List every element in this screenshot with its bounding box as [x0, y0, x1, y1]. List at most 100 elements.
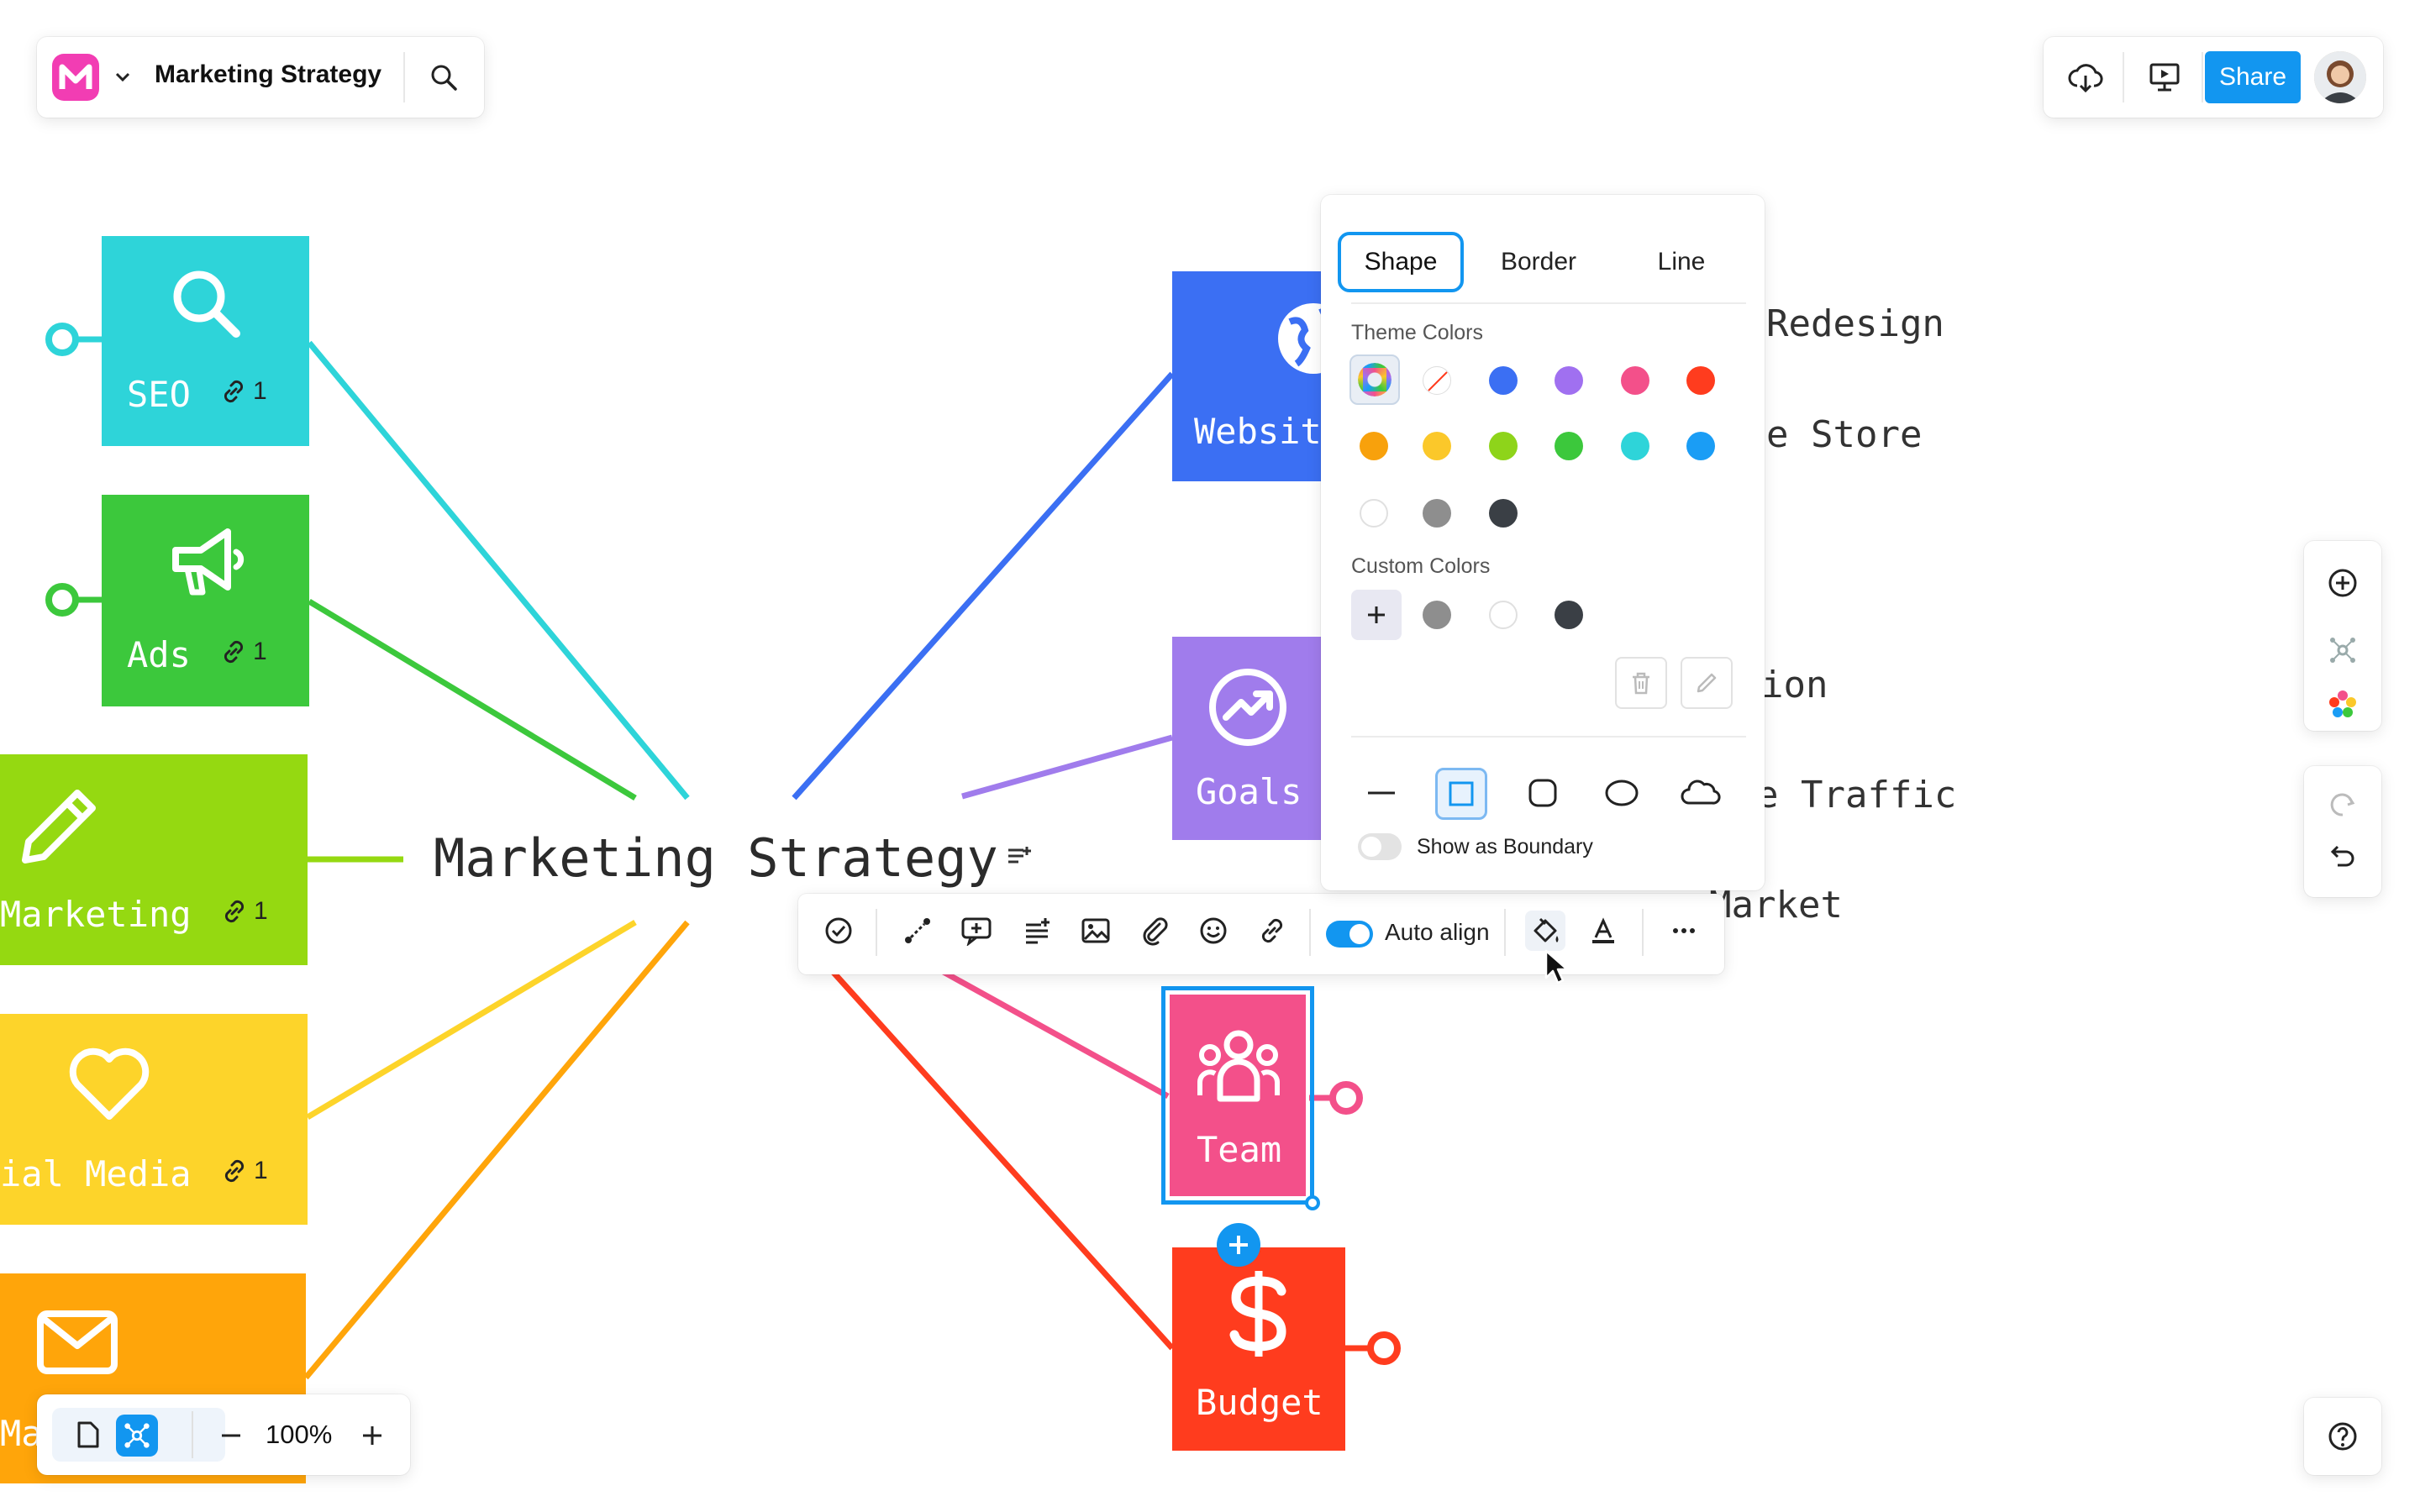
link-count: 1: [254, 897, 268, 925]
swatch-no-fill[interactable]: [1374, 366, 1402, 395]
connector-team: [931, 963, 1170, 1100]
check-circle-icon: [825, 917, 852, 944]
tab-line[interactable]: Line: [1618, 232, 1744, 292]
node-seo[interactable]: SEO 1: [102, 236, 309, 446]
theme-color-swatch[interactable]: [1555, 432, 1583, 460]
trend-icon: [1209, 669, 1286, 746]
collapse-handle-seo: [45, 323, 79, 356]
topic-text[interactable]: Redesign: [1766, 302, 1944, 345]
comment-button[interactable]: [958, 912, 995, 949]
custom-color-swatch[interactable]: [1555, 601, 1583, 629]
link-badge[interactable]: 1: [220, 1157, 268, 1185]
theme-color-swatch[interactable]: [1489, 366, 1518, 395]
node-label: Budget: [1196, 1382, 1323, 1423]
auto-align-toggle[interactable]: [1326, 921, 1373, 948]
link-button[interactable]: [1254, 912, 1291, 949]
task-button[interactable]: [820, 912, 857, 949]
collapse-handle-budget: [1367, 1331, 1401, 1365]
mind-map-icon[interactable]: [2328, 635, 2358, 665]
link-badge[interactable]: 1: [219, 377, 267, 406]
theme-color-swatch[interactable]: [1621, 432, 1649, 460]
undo-icon[interactable]: [2328, 842, 2358, 872]
color-theme-icon[interactable]: [2328, 689, 2358, 719]
theme-color-swatch[interactable]: [1686, 366, 1715, 395]
tab-border[interactable]: Border: [1476, 232, 1602, 292]
theme-color-swatch[interactable]: [1686, 432, 1715, 460]
central-topic[interactable]: Marketing Strategy: [434, 827, 998, 889]
emoji-icon: [1200, 917, 1227, 944]
add-circle-icon[interactable]: [2326, 566, 2360, 600]
cloud-shape-icon[interactable]: [1681, 774, 1721, 811]
present-icon[interactable]: [2148, 60, 2181, 94]
text-color-button[interactable]: [1585, 912, 1622, 949]
divider: [2202, 52, 2203, 102]
link-badge[interactable]: 1: [220, 897, 268, 926]
custom-color-swatch[interactable]: [1489, 601, 1518, 629]
zoom-in-icon[interactable]: [360, 1423, 385, 1448]
cloud-download-icon[interactable]: [2067, 59, 2104, 96]
zoom-level[interactable]: 100%: [266, 1420, 332, 1450]
avatar[interactable]: [2314, 51, 2366, 103]
link-badge[interactable]: 1: [219, 638, 267, 666]
edit-color-button[interactable]: [1681, 657, 1733, 709]
note-button[interactable]: [1018, 912, 1055, 949]
text-color-icon: [1592, 917, 1614, 943]
tab-shape[interactable]: Shape: [1338, 232, 1464, 292]
custom-color-swatch[interactable]: [1423, 601, 1451, 629]
sticker-button[interactable]: [1195, 912, 1232, 949]
shape-none-icon[interactable]: [1363, 774, 1400, 811]
divider: [876, 909, 877, 956]
mouse-cursor-icon: [1544, 949, 1569, 984]
theme-color-swatch[interactable]: [1423, 432, 1451, 460]
theme-color-swatch[interactable]: [1360, 499, 1388, 528]
show-boundary-label: Show as Boundary: [1417, 835, 1593, 858]
document-title[interactable]: Marketing Strategy: [155, 60, 381, 89]
share-button[interactable]: Share: [2205, 51, 2301, 103]
theme-color-swatch[interactable]: [1555, 366, 1583, 395]
redo-icon[interactable]: [2328, 790, 2358, 820]
more-button[interactable]: [1665, 912, 1702, 949]
notes-icon[interactable]: [1005, 843, 1034, 872]
help-button[interactable]: [2304, 1398, 2381, 1475]
app-logo-icon[interactable]: [52, 54, 99, 101]
node-marketing[interactable]: Marketing 1: [0, 754, 308, 965]
node-label: ial Media: [0, 1153, 192, 1194]
rounded-rectangle-icon[interactable]: [1524, 774, 1561, 811]
theme-color-swatch[interactable]: [1423, 499, 1451, 528]
topic-text[interactable]: e Store: [1766, 413, 1922, 456]
shape-rectangle-option[interactable]: [1435, 768, 1487, 820]
topic-text[interactable]: e Traffic: [1756, 774, 1956, 816]
image-button[interactable]: [1077, 912, 1114, 949]
theme-color-swatch[interactable]: [1360, 432, 1388, 460]
node-goals[interactable]: Goals: [1172, 637, 1323, 840]
more-horizontal-icon: [1673, 928, 1695, 933]
node-social-media[interactable]: ial Media 1: [0, 1014, 308, 1225]
swatch-no-fill[interactable]: [1423, 366, 1451, 395]
mind-map-view-button[interactable]: [116, 1415, 158, 1457]
link-count: 1: [253, 377, 267, 405]
node-website[interactable]: Websit: [1172, 271, 1323, 481]
ellipse-icon[interactable]: [1602, 774, 1642, 811]
theme-color-swatch[interactable]: [1621, 366, 1649, 395]
relationship-button[interactable]: [899, 912, 936, 949]
topic-text[interactable]: ion: [1761, 664, 1828, 706]
delete-color-button[interactable]: [1615, 657, 1667, 709]
connector-website: [792, 371, 1175, 801]
fill-style-button[interactable]: [1525, 911, 1565, 951]
link-count: 1: [253, 638, 267, 665]
node-budget[interactable]: Budget: [1172, 1247, 1345, 1451]
page-view-icon[interactable]: [72, 1420, 103, 1450]
chevron-down-icon[interactable]: [114, 71, 131, 84]
theme-color-swatch[interactable]: [1489, 432, 1518, 460]
add-custom-color-button[interactable]: [1351, 590, 1402, 640]
add-child-button[interactable]: [1217, 1223, 1260, 1267]
search-icon[interactable]: [429, 62, 459, 92]
node-team[interactable]: Team: [1170, 995, 1306, 1196]
theme-color-swatch[interactable]: [1489, 499, 1518, 528]
zoom-out-icon[interactable]: [218, 1423, 244, 1448]
attachment-button[interactable]: [1136, 912, 1173, 949]
show-boundary-toggle[interactable]: [1358, 833, 1402, 860]
auto-align-label: Auto align: [1385, 919, 1490, 945]
node-ads[interactable]: Ads 1: [102, 495, 309, 706]
resize-handle[interactable]: [1305, 1195, 1320, 1210]
